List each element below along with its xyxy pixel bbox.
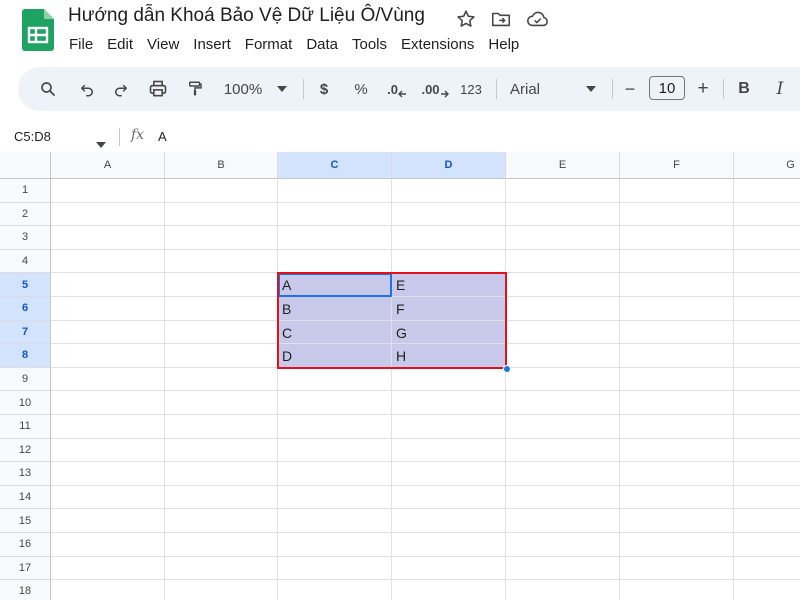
font-size-input[interactable]: 10 — [649, 76, 685, 100]
redo-icon[interactable] — [108, 67, 134, 111]
row-header-16[interactable]: 16 — [0, 533, 51, 557]
menu-help[interactable]: Help — [481, 36, 526, 56]
formula-divider — [119, 128, 120, 146]
toolbar-divider — [303, 79, 304, 99]
column-header-d[interactable]: D — [392, 152, 506, 179]
zoom-chevron-down-icon[interactable] — [274, 67, 290, 111]
row-header-2[interactable]: 2 — [0, 202, 51, 227]
column-header-b[interactable]: B — [165, 152, 278, 179]
column-gridline — [164, 179, 165, 600]
sheets-logo-icon[interactable] — [22, 9, 54, 51]
cloud-saved-icon[interactable] — [526, 8, 548, 30]
title-bar: Hướng dẫn Khoá Bảo Vệ Dữ Liệu Ô/Vùng Fil… — [0, 0, 800, 64]
format-percent-button[interactable]: % — [350, 67, 372, 111]
row-header-17[interactable]: 17 — [0, 556, 51, 581]
row-header-5[interactable]: 5 — [0, 273, 51, 297]
menu-tools[interactable]: Tools — [345, 36, 394, 56]
increase-decimal-button[interactable]: .00 — [420, 67, 450, 111]
column-gridline — [277, 179, 278, 600]
select-all-corner[interactable] — [0, 152, 51, 179]
column-gridline — [391, 179, 392, 600]
decrease-decimal-label: .0 — [387, 81, 398, 97]
bold-button[interactable]: B — [734, 67, 754, 111]
name-box-chevron-down-icon[interactable] — [96, 135, 106, 153]
toolbar: 100% $ % .0 .00 123 Arial − 10 + B I — [18, 67, 800, 111]
row-header-18[interactable]: 18 — [0, 580, 51, 600]
decrease-decimal-button[interactable]: .0 — [384, 67, 410, 111]
toolbar-divider — [723, 79, 724, 99]
row-header-6[interactable]: 6 — [0, 297, 51, 321]
spreadsheet-grid[interactable]: A B C D E F G 1 2 3 4 5 6 7 8 9 10 11 12 13 14 15 16 17 18 A E B F C G… — [0, 152, 800, 600]
move-to-folder-icon[interactable] — [490, 8, 512, 30]
column-gridline — [619, 179, 620, 600]
name-box[interactable]: C5:D8 — [14, 129, 51, 144]
format-currency-button[interactable]: $ — [314, 67, 334, 111]
column-header-g[interactable]: G — [734, 152, 800, 179]
increase-decimal-label: .00 — [421, 81, 440, 97]
menu-extensions[interactable]: Extensions — [394, 36, 481, 56]
paint-format-icon[interactable] — [182, 67, 208, 111]
row-header-9[interactable]: 9 — [0, 367, 51, 392]
document-title[interactable]: Hướng dẫn Khoá Bảo Vệ Dữ Liệu Ô/Vùng — [68, 5, 425, 27]
toolbar-divider — [612, 79, 613, 99]
menu-bar: File Edit View Insert Format Data Tools … — [62, 36, 526, 56]
row-header-11[interactable]: 11 — [0, 415, 51, 439]
row-header-4[interactable]: 4 — [0, 249, 51, 274]
column-gridline — [505, 179, 506, 600]
more-formats-button[interactable]: 123 — [458, 67, 484, 111]
column-header-a[interactable]: A — [51, 152, 165, 179]
menu-data[interactable]: Data — [299, 36, 345, 56]
increase-font-size-button[interactable]: + — [694, 67, 712, 111]
formula-input[interactable]: A — [158, 129, 167, 144]
column-header-c[interactable]: C — [278, 152, 392, 179]
row-header-15[interactable]: 15 — [0, 509, 51, 533]
menu-edit[interactable]: Edit — [100, 36, 140, 56]
highlighted-range-border — [277, 272, 507, 369]
search-menus-icon[interactable] — [36, 67, 60, 111]
function-icon: fx — [131, 127, 145, 143]
print-icon[interactable] — [144, 67, 172, 111]
undo-icon[interactable] — [74, 67, 100, 111]
row-header-14[interactable]: 14 — [0, 485, 51, 510]
menu-insert[interactable]: Insert — [186, 36, 238, 56]
arrow-right-icon — [440, 90, 449, 98]
row-header-7[interactable]: 7 — [0, 320, 51, 345]
zoom-select[interactable]: 100% — [218, 67, 268, 111]
row-header-12[interactable]: 12 — [0, 438, 51, 463]
row-header-13[interactable]: 13 — [0, 462, 51, 486]
row-header-1[interactable]: 1 — [0, 179, 51, 203]
decrease-font-size-button[interactable]: − — [621, 67, 639, 111]
row-header-3[interactable]: 3 — [0, 226, 51, 250]
formula-bar: C5:D8 fx A — [0, 122, 800, 152]
italic-button[interactable]: I — [770, 67, 790, 111]
column-header-e[interactable]: E — [506, 152, 620, 179]
menu-file[interactable]: File — [62, 36, 100, 56]
font-family-select[interactable]: Arial — [508, 67, 562, 111]
font-chevron-down-icon[interactable] — [583, 67, 599, 111]
row-header-10[interactable]: 10 — [0, 391, 51, 415]
menu-view[interactable]: View — [140, 36, 186, 56]
toolbar-divider — [496, 79, 497, 99]
arrow-left-icon — [397, 90, 406, 98]
menu-format[interactable]: Format — [238, 36, 300, 56]
column-gridline — [733, 179, 734, 600]
column-header-f[interactable]: F — [620, 152, 734, 179]
fill-handle[interactable] — [503, 364, 511, 373]
row-header-8[interactable]: 8 — [0, 344, 51, 368]
star-icon[interactable] — [455, 8, 477, 30]
